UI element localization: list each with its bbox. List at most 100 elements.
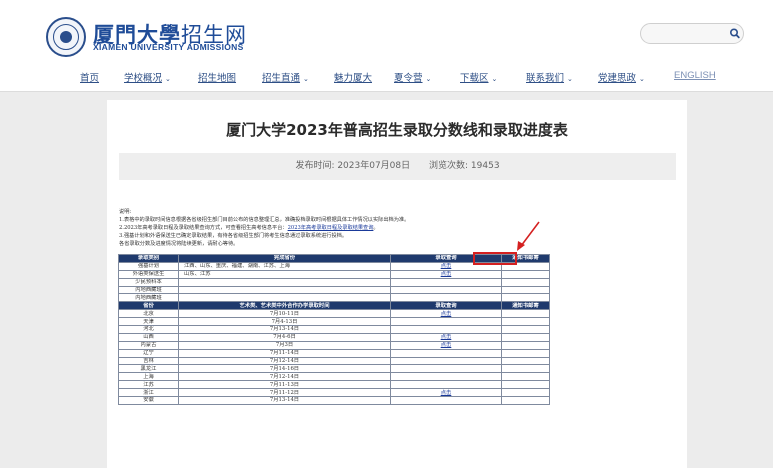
column-header: 完成省份	[178, 254, 391, 263]
nav-about[interactable]: 学校概况 ⌄	[124, 70, 171, 84]
table-row: 外语类保送生 山东、江苏 点击	[118, 269, 550, 279]
nav-english[interactable]: ENGLISH	[674, 70, 716, 81]
table-row: 北京 7月10-11日 点击	[118, 309, 550, 319]
mail-cell	[501, 285, 550, 295]
nav-party[interactable]: 党建思政 ⌄	[598, 70, 645, 84]
search-icon[interactable]	[727, 25, 743, 42]
table-row: 内蒙古 7月3日 点击	[118, 340, 550, 350]
nav-map[interactable]: 招生地图	[198, 70, 236, 84]
query-cell: 点击	[390, 309, 502, 319]
province-cell: 吉林	[118, 356, 179, 366]
time-cell: 7月11-14日	[178, 348, 391, 358]
column-header: 艺术类、艺术类中外合作办学录取时间	[178, 301, 391, 311]
table-row: 河北 7月13-14日	[118, 325, 550, 334]
category-cell: 外语类保送生	[118, 269, 179, 279]
province-cell: 江苏	[118, 380, 179, 390]
province-cell: 黑龙江	[118, 364, 179, 374]
query-link[interactable]: 点击	[441, 342, 452, 348]
nav-home[interactable]: 首页	[80, 70, 99, 84]
query-link[interactable]: 点击	[441, 390, 452, 396]
mail-cell	[501, 332, 550, 342]
query-cell	[390, 317, 502, 327]
nav-contact[interactable]: 联系我们 ⌄	[526, 70, 573, 84]
province-cell: 内蒙古	[118, 340, 179, 350]
query-cell	[390, 364, 502, 374]
provinces-cell: 江西、山东、重庆、福建、湖南、江苏、上海	[178, 261, 391, 271]
province-cell: 河北	[118, 325, 179, 334]
query-link[interactable]: 点击	[441, 334, 452, 340]
query-cell: 点击	[390, 388, 502, 398]
table-row: 辽宁 7月11-14日	[118, 348, 550, 358]
table-row: 少民预科本	[118, 277, 550, 287]
province-cell: 山西	[118, 332, 179, 342]
nav-downloads[interactable]: 下载区 ⌄	[460, 70, 497, 84]
query-cell	[390, 348, 502, 358]
mail-cell	[501, 317, 550, 327]
mail-cell	[501, 372, 550, 382]
table-row: 浙江 7月11-12日 点击	[118, 388, 550, 398]
chevron-down-icon: ⌄	[639, 76, 645, 83]
table-row: 江苏 7月11-13日	[118, 380, 550, 390]
chevron-down-icon: ⌄	[425, 76, 432, 83]
query-cell: 点击	[390, 332, 502, 342]
mail-cell	[501, 269, 550, 279]
category-cell: 少民预科本	[118, 277, 179, 287]
highlight-box	[473, 252, 517, 265]
site-header: 厦門大學招生网 XIAMEN UNIVERSITY ADMISSIONS 首页 …	[0, 0, 773, 92]
university-seal-icon[interactable]	[46, 17, 86, 57]
province-cell: 安徽	[118, 396, 179, 405]
query-cell	[390, 277, 502, 287]
time-cell: 7月13-14日	[178, 396, 391, 405]
mail-cell	[501, 325, 550, 334]
time-cell: 7月11-13日	[178, 380, 391, 390]
chevron-down-icon: ⌄	[491, 76, 498, 83]
province-cell: 天津	[118, 317, 179, 327]
query-link[interactable]: 点击	[441, 263, 452, 269]
provinces-cell	[178, 285, 391, 295]
mail-cell	[501, 293, 550, 303]
nav-summer-camp[interactable]: 夏令营 ⌄	[394, 70, 431, 84]
time-cell: 7月3日	[178, 340, 391, 350]
chevron-down-icon: ⌄	[165, 76, 171, 83]
query-cell: 点击	[390, 269, 502, 279]
table-row: 上海 7月12-14日	[118, 372, 550, 382]
admission-table: 录取类别 完成省份 录取查询 通知书邮寄 强基计划 江西、山东、重庆、福建、湖南、…	[118, 254, 550, 405]
column-header: 通知书邮寄	[501, 301, 550, 311]
mail-cell	[501, 340, 550, 350]
query-cell	[390, 285, 502, 295]
column-header: 省份	[118, 301, 179, 311]
query-link[interactable]: 点击	[441, 311, 452, 317]
mail-cell	[501, 380, 550, 390]
province-cell: 上海	[118, 372, 179, 382]
time-cell: 7月12-14日	[178, 372, 391, 382]
mail-cell	[501, 277, 550, 287]
site-logo-english[interactable]: XIAMEN UNIVERSITY ADMISSIONS	[93, 42, 244, 52]
mail-cell	[501, 396, 550, 405]
table-row: 内地西藏班	[118, 285, 550, 295]
chevron-down-icon: ⌄	[567, 76, 573, 83]
query-cell	[390, 325, 502, 334]
mail-cell	[501, 364, 550, 374]
query-cell	[390, 293, 502, 303]
table-row: 黑龙江 7月14-16日	[118, 364, 550, 374]
table-row: 吉林 7月12-14日	[118, 356, 550, 366]
category-cell: 强基计划	[118, 261, 179, 271]
time-cell: 7月13-14日	[178, 325, 391, 334]
nav-direct[interactable]: 招生直通 ⌄	[262, 70, 309, 84]
table-row: 天津 7月4-13日	[118, 317, 550, 327]
table-row: 安徽 7月13-14日	[118, 396, 550, 405]
table-row: 内地西藏班	[118, 293, 550, 303]
time-cell: 7月12-14日	[178, 356, 391, 366]
province-cell: 浙江	[118, 388, 179, 398]
article-container: 厦门大学2023年普高招生录取分数线和录取进度表 发布时间: 2023年07月0…	[107, 100, 687, 468]
provinces-cell: 山东、江苏	[178, 269, 391, 279]
time-cell: 7月4-6日	[178, 332, 391, 342]
query-cell: 点击	[390, 340, 502, 350]
nav-charm[interactable]: 魅力厦大	[334, 70, 372, 84]
query-link[interactable]: 点击	[441, 271, 452, 277]
query-cell	[390, 372, 502, 382]
category-cell: 内地西藏班	[118, 293, 179, 303]
mail-cell	[501, 356, 550, 366]
province-cell: 北京	[118, 309, 179, 319]
query-cell	[390, 380, 502, 390]
